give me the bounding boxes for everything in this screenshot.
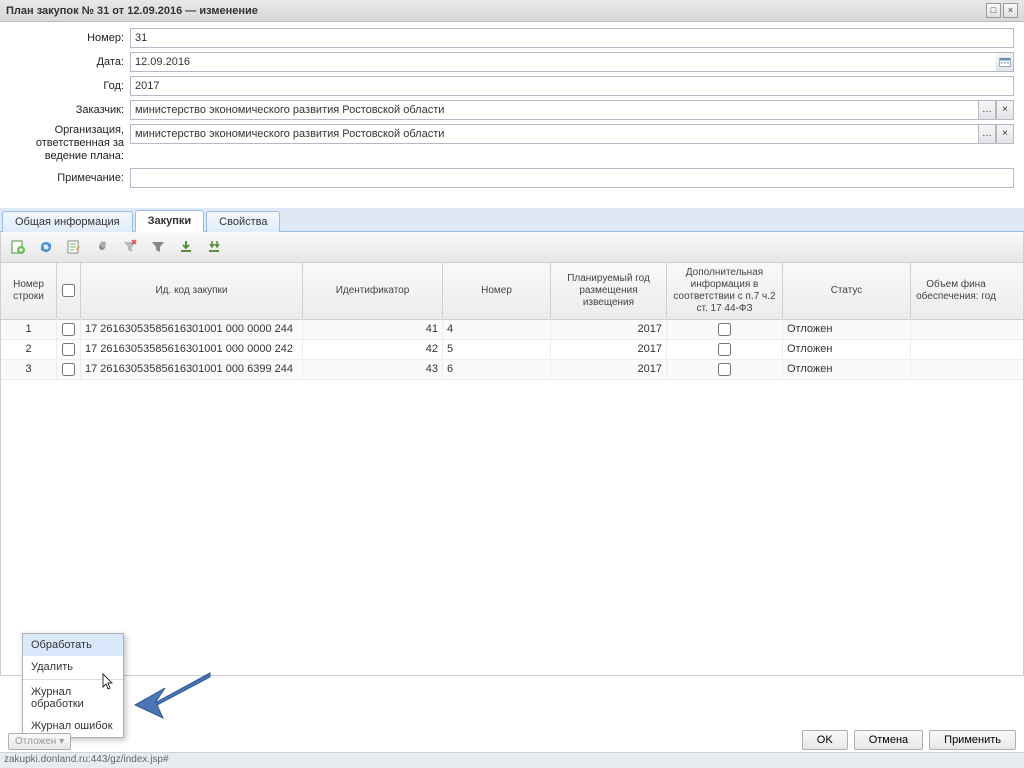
cell-year: 2017 (551, 319, 667, 339)
year-label: Год: (10, 80, 130, 92)
col-status[interactable]: Статус (783, 263, 911, 319)
col-extra[interactable]: Дополнительная информация в соответствии… (667, 263, 783, 319)
tab-general[interactable]: Общая информация (2, 211, 133, 232)
add-icon[interactable] (7, 236, 29, 258)
org-label: Организация, ответственная за ведение пл… (10, 124, 130, 164)
col-id[interactable]: Ид. код закупки (81, 263, 303, 319)
form-area: Номер: Дата: Год: Заказчик: … × (0, 22, 1024, 202)
titlebar: План закупок № 31 от 12.09.2016 — измене… (0, 0, 1024, 22)
cell-extra[interactable] (667, 339, 783, 359)
status-split-button[interactable]: Отложен ▾ (8, 733, 71, 750)
cell-rownum: 2 (1, 339, 57, 359)
org-input[interactable] (130, 124, 978, 144)
close-button[interactable]: × (1003, 3, 1018, 18)
cell-year: 2017 (551, 339, 667, 359)
refresh-icon[interactable] (35, 236, 57, 258)
grid-header: Номер строки Ид. код закупки Идентификат… (1, 263, 1023, 320)
row-checkbox[interactable] (62, 323, 75, 336)
ellipsis-icon[interactable]: … (978, 100, 996, 120)
tab-bar: Общая информация Закупки Свойства (0, 208, 1024, 232)
cell-extra[interactable] (667, 319, 783, 339)
cell-ident: 42 (303, 339, 443, 359)
cell-fin (911, 319, 1001, 339)
table-row[interactable]: 1 17 26163053585616301001 000 0000 244414… (1, 320, 1023, 340)
context-menu: Обработать Удалить Журнал обработки Журн… (22, 633, 124, 738)
grid-toolbar (0, 232, 1024, 263)
menu-process[interactable]: Обработать (23, 634, 123, 656)
cell-year: 2017 (551, 359, 667, 379)
table-row[interactable]: 3 17 26163053585616301001 000 6399 244436… (1, 360, 1023, 380)
cell-status: Отложен (783, 319, 911, 339)
cell-ident: 43 (303, 359, 443, 379)
cell-id: 17 26163053585616301001 000 0000 242 (81, 339, 303, 359)
extra-checkbox[interactable] (718, 323, 731, 336)
gear-icon[interactable] (91, 236, 113, 258)
footer-toolbar: Отложен ▾ (8, 733, 71, 750)
customer-label: Заказчик: (10, 104, 130, 116)
number-input[interactable] (130, 28, 1014, 48)
cell-status: Отложен (783, 339, 911, 359)
tab-properties[interactable]: Свойства (206, 211, 280, 232)
filter-icon[interactable] (147, 236, 169, 258)
cell-rownum: 1 (1, 319, 57, 339)
col-ident[interactable]: Идентификатор (303, 263, 443, 319)
cell-status: Отложен (783, 359, 911, 379)
edit-icon[interactable] (63, 236, 85, 258)
menu-log-process[interactable]: Журнал обработки (23, 681, 123, 715)
tab-purchases[interactable]: Закупки (135, 210, 205, 232)
col-year[interactable]: Планируемый год размещения извещения (551, 263, 667, 319)
extra-checkbox[interactable] (718, 343, 731, 356)
status-bar: zakupki.donland.ru:443/gz/index.jsp# (0, 752, 1024, 768)
cell-id: 17 26163053585616301001 000 0000 244 (81, 319, 303, 339)
cell-num: 4 (443, 319, 551, 339)
window-title: План закупок № 31 от 12.09.2016 — измене… (6, 5, 258, 17)
menu-delete[interactable]: Удалить (23, 656, 123, 678)
footer-buttons: OK Отмена Применить (802, 730, 1016, 750)
calendar-icon[interactable] (996, 52, 1014, 72)
row-checkbox[interactable] (62, 363, 75, 376)
note-label: Примечание: (10, 172, 130, 184)
cancel-button[interactable]: Отмена (854, 730, 923, 750)
maximize-button[interactable]: □ (986, 3, 1001, 18)
header-checkbox[interactable] (62, 284, 75, 297)
menu-separator (23, 679, 123, 680)
cell-checkbox[interactable] (57, 319, 81, 339)
cell-checkbox[interactable] (57, 339, 81, 359)
customer-input[interactable] (130, 100, 978, 120)
cell-num: 6 (443, 359, 551, 379)
cell-num: 5 (443, 339, 551, 359)
cell-checkbox[interactable] (57, 359, 81, 379)
grid-body: 117 26163053585616301001 000 0000 244414… (1, 320, 1023, 675)
col-fin[interactable]: Объем фина обеспечения: год (911, 263, 1001, 319)
ellipsis-icon[interactable]: … (978, 124, 996, 144)
table-row[interactable]: 2 17 26163053585616301001 000 0000 242425… (1, 340, 1023, 360)
grid: Номер строки Ид. код закупки Идентификат… (0, 263, 1024, 676)
download-all-icon[interactable] (203, 236, 225, 258)
year-input[interactable] (130, 76, 1014, 96)
row-checkbox[interactable] (62, 343, 75, 356)
cell-fin (911, 339, 1001, 359)
clear-icon[interactable]: × (996, 100, 1014, 120)
note-input[interactable] (130, 168, 1014, 188)
col-num[interactable]: Номер (443, 263, 551, 319)
filter-clear-icon[interactable] (119, 236, 141, 258)
apply-button[interactable]: Применить (929, 730, 1016, 750)
ok-button[interactable]: OK (802, 730, 848, 750)
cell-extra[interactable] (667, 359, 783, 379)
download-icon[interactable] (175, 236, 197, 258)
clear-icon[interactable]: × (996, 124, 1014, 144)
date-label: Дата: (10, 56, 130, 68)
cell-ident: 41 (303, 319, 443, 339)
number-label: Номер: (10, 32, 130, 44)
cell-id: 17 26163053585616301001 000 6399 244 (81, 359, 303, 379)
col-rownum[interactable]: Номер строки (1, 263, 57, 319)
extra-checkbox[interactable] (718, 363, 731, 376)
cell-fin (911, 359, 1001, 379)
date-input[interactable] (130, 52, 996, 72)
cell-rownum: 3 (1, 359, 57, 379)
col-checkbox[interactable] (57, 263, 81, 319)
